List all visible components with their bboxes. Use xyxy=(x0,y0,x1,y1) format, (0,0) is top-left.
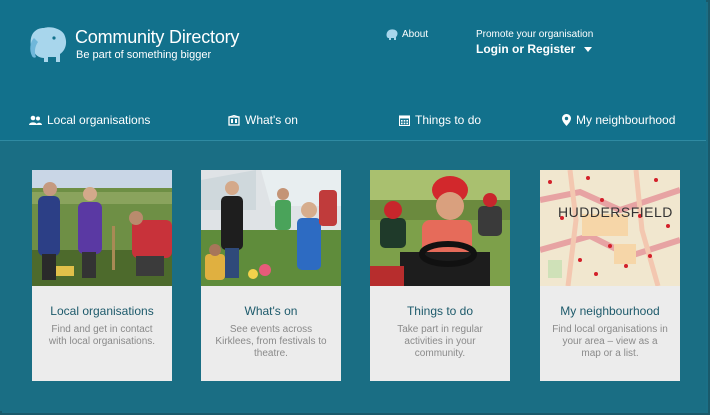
site-header: Community Directory Be part of something… xyxy=(0,0,706,140)
go-kart-activity-photo xyxy=(370,170,510,286)
theatre-icon xyxy=(228,114,240,126)
huddersfield-map-image xyxy=(540,170,680,286)
about-link[interactable]: About xyxy=(386,29,428,40)
site-title[interactable]: Community Directory xyxy=(75,27,239,48)
card-my-neighbourhood[interactable]: HUDDERSFIELD My neighbourhood Find local… xyxy=(540,170,680,381)
card-description: Take part in regular activities in your … xyxy=(397,324,483,359)
login-register-dropdown[interactable]: Login or Register xyxy=(476,42,593,56)
calendar-icon xyxy=(399,114,410,126)
promote-label: Promote your organisation xyxy=(476,29,594,40)
nav-things-to-do[interactable]: Things to do xyxy=(399,113,481,127)
map-pin-icon xyxy=(562,114,571,126)
card-title: What's on xyxy=(244,304,298,318)
card-description: Find and get in contact with local organ… xyxy=(48,324,156,347)
nav-whats-on[interactable]: What's on xyxy=(228,113,298,127)
about-label: About xyxy=(402,29,429,40)
nav-label: Local organisations xyxy=(47,113,151,127)
card-whats-on[interactable]: What's on See events across Kirklees, fr… xyxy=(201,170,341,381)
nav-local-organisations[interactable]: Local organisations xyxy=(29,113,150,127)
card-description: See events across Kirklees, from festiva… xyxy=(215,324,327,359)
nav-my-neighbourhood[interactable]: My neighbourhood xyxy=(562,113,675,127)
elephant-logo-icon[interactable] xyxy=(26,24,72,64)
site-tagline: Be part of something bigger xyxy=(76,49,212,61)
outdoor-festival-photo xyxy=(201,170,341,286)
caret-down-icon xyxy=(584,47,593,52)
card-local-organisations[interactable]: Local organisations Find and get in cont… xyxy=(32,170,172,381)
card-description: Find local organisations in your area – … xyxy=(552,324,668,359)
nav-label: My neighbourhood xyxy=(576,113,676,127)
gardening-volunteers-photo xyxy=(32,170,172,286)
card-title: Things to do xyxy=(406,304,474,318)
card-things-to-do[interactable]: Things to do Take part in regular activi… xyxy=(370,170,510,381)
card-title: My neighbourhood xyxy=(560,304,660,318)
map-label: HUDDERSFIELD xyxy=(558,204,673,220)
nav-label: What's on xyxy=(245,113,298,127)
nav-label: Things to do xyxy=(415,113,482,127)
people-icon xyxy=(29,115,42,125)
card-title: Local organisations xyxy=(50,304,154,318)
login-register-label: Login or Register xyxy=(476,42,576,56)
elephant-icon xyxy=(386,29,398,40)
